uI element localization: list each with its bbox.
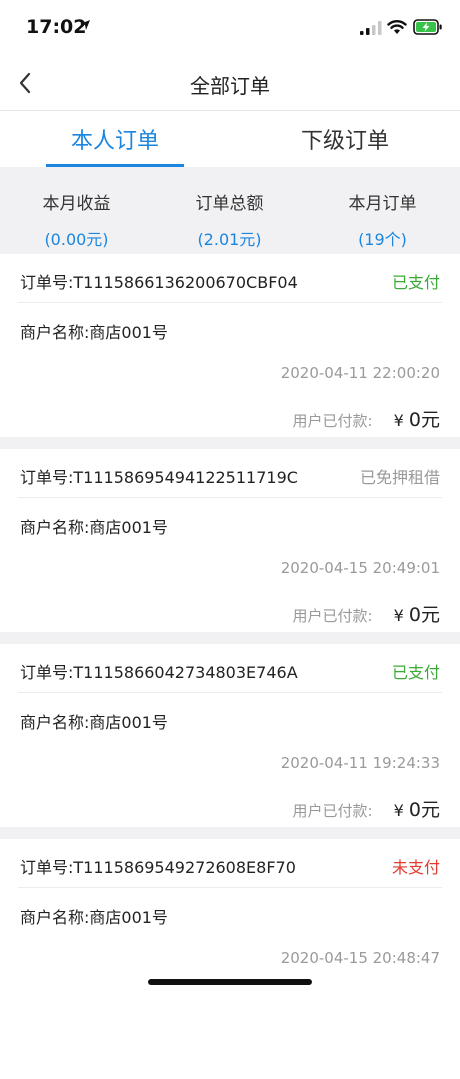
tab-subordinate-orders[interactable]: 下级订单 [245, 123, 445, 155]
divider [18, 497, 442, 498]
tab-my-orders[interactable]: 本人订单 [15, 123, 215, 155]
order-time: 2020-04-15 20:48:47 [280, 949, 440, 967]
order-number: 订单号:T1115866136200670CBF04 [20, 273, 298, 292]
order-status: 已支付 [391, 663, 440, 682]
merchant-name: 商户名称:商店001号 [20, 323, 168, 342]
divider [18, 692, 442, 693]
order-time: 2020-04-15 20:49:01 [280, 559, 440, 577]
currency-symbol: ¥ [393, 801, 404, 820]
paid-label: 用户已付款: [292, 802, 373, 820]
merchant-name: 商户名称:商店001号 [20, 713, 168, 732]
stat-value: (19个) [358, 230, 407, 249]
paid-amount: 0元 [408, 799, 440, 821]
order-card[interactable]: 订单号:T1115869549272608E8F70 未支付 商户名称:商店00… [0, 839, 460, 1079]
divider [18, 302, 442, 303]
order-card[interactable]: 订单号:T1115866136200670CBF04 已支付 商户名称:商店00… [0, 254, 460, 437]
paid-amount-row: 用户已付款: ¥ 0元 [292, 600, 440, 627]
battery-charging-icon [413, 19, 442, 35]
stat-label: 订单总额 [195, 194, 264, 214]
paid-amount-row: 用户已付款: ¥ 0元 [292, 405, 440, 432]
order-card[interactable]: 订单号:T11158695494122511719C 已免押租借 商户名称:商店… [0, 449, 460, 632]
summary-stats: 本月收益 (0.00元) 订单总额 (2.01元) 本月订单 (19个) [0, 167, 460, 254]
status-bar: 17:02 [0, 0, 460, 56]
order-card[interactable]: 订单号:T1115866042734803E746A 已支付 商户名称:商店00… [0, 644, 460, 827]
wifi-icon [387, 20, 407, 34]
status-time: 17:02 [26, 16, 87, 38]
order-status: 已免押租借 [359, 468, 440, 487]
paid-amount: 0元 [408, 409, 440, 431]
stat-label: 本月收益 [42, 194, 111, 214]
order-status: 已支付 [391, 273, 440, 292]
navigation-bar: 全部订单 [0, 56, 460, 111]
order-status: 未支付 [391, 858, 440, 877]
merchant-name: 商户名称:商店001号 [20, 908, 168, 927]
order-tabs: 本人订单 下级订单 [0, 111, 460, 167]
stat-value: (0.00元) [44, 230, 109, 249]
paid-amount-row: 用户已付款: ¥ 0元 [292, 795, 440, 822]
home-indicator [148, 979, 312, 985]
currency-symbol: ¥ [393, 411, 404, 430]
stat-value: (2.01元) [197, 230, 262, 249]
order-number: 订单号:T11158695494122511719C [20, 468, 298, 487]
stat-label: 本月订单 [348, 194, 417, 214]
paid-label: 用户已付款: [292, 607, 373, 625]
paid-amount: 0元 [408, 604, 440, 626]
currency-symbol: ¥ [393, 606, 404, 625]
merchant-name: 商户名称:商店001号 [20, 518, 168, 537]
cellular-signal-icon [360, 21, 382, 35]
order-list: 订单号:T1115866136200670CBF04 已支付 商户名称:商店00… [0, 254, 460, 1079]
order-number: 订单号:T1115869549272608E8F70 [20, 858, 296, 877]
order-time: 2020-04-11 19:24:33 [280, 754, 440, 772]
paid-label: 用户已付款: [292, 412, 373, 430]
order-time: 2020-04-11 22:00:20 [280, 364, 440, 382]
divider [18, 887, 442, 888]
order-number: 订单号:T1115866042734803E746A [20, 663, 298, 682]
location-arrow-icon [80, 20, 90, 30]
page-title: 全部订单 [190, 74, 270, 98]
